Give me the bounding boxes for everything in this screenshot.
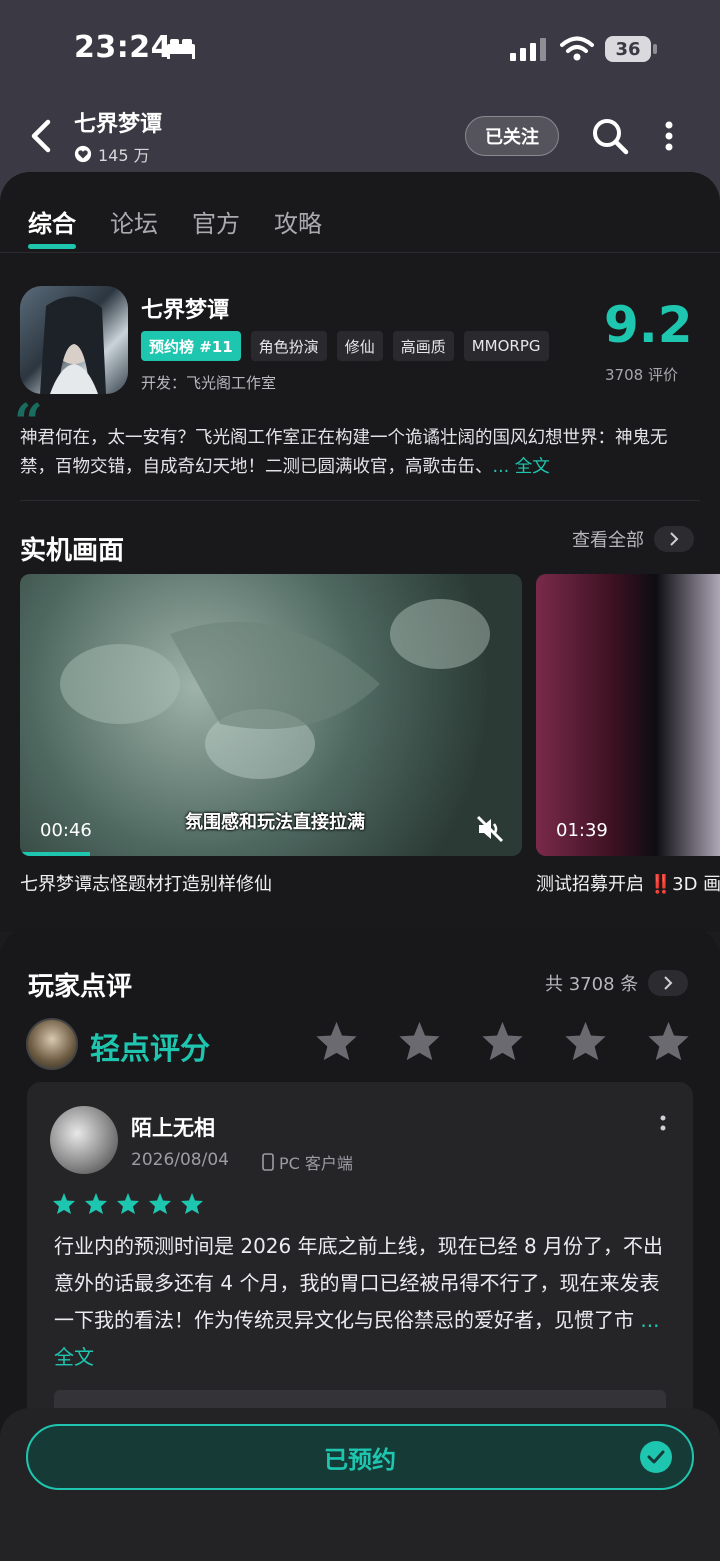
tag-item[interactable]: 高画质: [392, 331, 454, 361]
tag-item[interactable]: MMORPG: [463, 331, 549, 361]
header-title: 七界梦谭: [74, 112, 163, 137]
review-device-text: PC 客户端: [279, 1154, 353, 1173]
game-score: 9.2: [604, 296, 693, 354]
star-filled-icon: [85, 1193, 107, 1214]
more-options-icon[interactable]: [654, 116, 684, 156]
star-filled-icon: [149, 1193, 171, 1214]
video-duration: 01:39: [556, 820, 608, 841]
review-more-icon[interactable]: [656, 1112, 670, 1136]
reviewer-name[interactable]: 陌上无相: [131, 1112, 215, 1142]
reviews-count: 共 3708 条: [545, 974, 639, 995]
description-text: 神君何在，太一安有？飞光阁工作室正在构建一个诡谲壮阔的国风幻想世界：神鬼无禁，百…: [20, 428, 668, 477]
video-thumbnail[interactable]: 00:46 氛围感和玩法直接拉满: [20, 574, 522, 856]
video-caption[interactable]: 七界梦谭志怪题材打造别样修仙: [20, 870, 272, 896]
star-filled-icon: [53, 1193, 75, 1214]
star-filled-icon: [181, 1193, 203, 1214]
developer-label[interactable]: 开发：飞光阁工作室: [141, 372, 276, 393]
view-all-label: 查看全部: [572, 530, 644, 551]
mute-icon[interactable]: [475, 814, 505, 844]
battery-icon: 36: [605, 36, 651, 62]
heart-icon: [74, 145, 92, 163]
reserved-label: 已预约: [324, 1445, 396, 1474]
review-stars: [52, 1192, 204, 1215]
review-date: 2026/08/04: [131, 1150, 229, 1170]
review-text: 行业内的预测时间是 2026 年底之前上线，现在已经 8 月份了，不出意外的话最…: [54, 1234, 664, 1332]
status-time: 23:24: [74, 30, 172, 65]
star-empty-icon[interactable]: [314, 1020, 359, 1062]
chevron-right-icon: [654, 526, 694, 552]
game-tags: 预约榜 #11 角色扮演 修仙 高画质 MMORPG: [141, 331, 549, 361]
video-thumbnail[interactable]: 01:39: [536, 574, 720, 856]
tab-guides[interactable]: 攻略: [274, 204, 322, 239]
tab-overview[interactable]: 综合: [28, 204, 76, 249]
cellular-signal-icon: [510, 38, 546, 61]
star-empty-icon[interactable]: [397, 1020, 442, 1062]
star-empty-icon[interactable]: [646, 1020, 691, 1062]
video-subtitle: 氛围感和玩法直接拉满: [185, 812, 365, 833]
rate-prompt[interactable]: 轻点评分: [90, 1024, 210, 1068]
followers-count: 145 万: [74, 142, 150, 166]
gameplay-section-title: 实机画面: [20, 536, 125, 566]
star-empty-icon[interactable]: [563, 1020, 608, 1062]
tabs-divider: [0, 252, 720, 253]
rating-stars-input: [314, 1020, 691, 1062]
reviews-count-link[interactable]: 共 3708 条: [545, 970, 689, 996]
chevron-right-icon: [648, 970, 689, 996]
rank-tag[interactable]: 预约榜 #11: [141, 331, 241, 361]
user-avatar[interactable]: [26, 1018, 78, 1070]
rating-count: 3708 评价: [605, 366, 678, 384]
video-duration: 00:46: [40, 820, 92, 841]
search-icon[interactable]: [590, 116, 630, 156]
battery-tip: [653, 44, 657, 54]
reviewer-avatar[interactable]: [50, 1106, 118, 1174]
reserved-button[interactable]: 已预约: [26, 1424, 694, 1490]
reviews-section-title: 玩家点评: [28, 972, 133, 1002]
tab-forum[interactable]: 论坛: [110, 204, 158, 239]
tag-item[interactable]: 角色扮演: [250, 331, 327, 361]
star-empty-icon[interactable]: [480, 1020, 525, 1062]
tab-bar: 综合 论坛 官方 攻略: [28, 204, 322, 249]
review-device: PC 客户端: [262, 1150, 353, 1174]
check-circle-icon: [640, 1441, 672, 1473]
wifi-icon: [560, 36, 594, 61]
tab-official[interactable]: 官方: [192, 204, 240, 239]
sleep-bed-icon: [167, 39, 195, 59]
view-all-link[interactable]: 查看全部: [572, 526, 694, 552]
followers-count-text: 145 万: [98, 146, 150, 165]
video-caption[interactable]: 测试招募开启 ‼️3D 画: [536, 870, 720, 896]
phone-icon: [262, 1153, 274, 1171]
game-title: 七界梦谭: [141, 298, 230, 323]
section-divider: [20, 500, 700, 501]
tag-item[interactable]: 修仙: [336, 331, 383, 361]
follow-button[interactable]: 已关注: [465, 116, 559, 156]
back-arrow-icon[interactable]: [24, 116, 64, 156]
game-app-icon[interactable]: [20, 286, 128, 394]
game-description[interactable]: 神君何在，太一安有？飞光阁工作室正在构建一个诡谲壮阔的国风幻想世界：神鬼无禁，百…: [20, 424, 700, 482]
star-filled-icon: [117, 1193, 139, 1214]
review-body[interactable]: 行业内的预测时间是 2026 年底之前上线，现在已经 8 月份了，不出意外的话最…: [54, 1228, 674, 1376]
description-more-link[interactable]: ... 全文: [493, 457, 550, 477]
